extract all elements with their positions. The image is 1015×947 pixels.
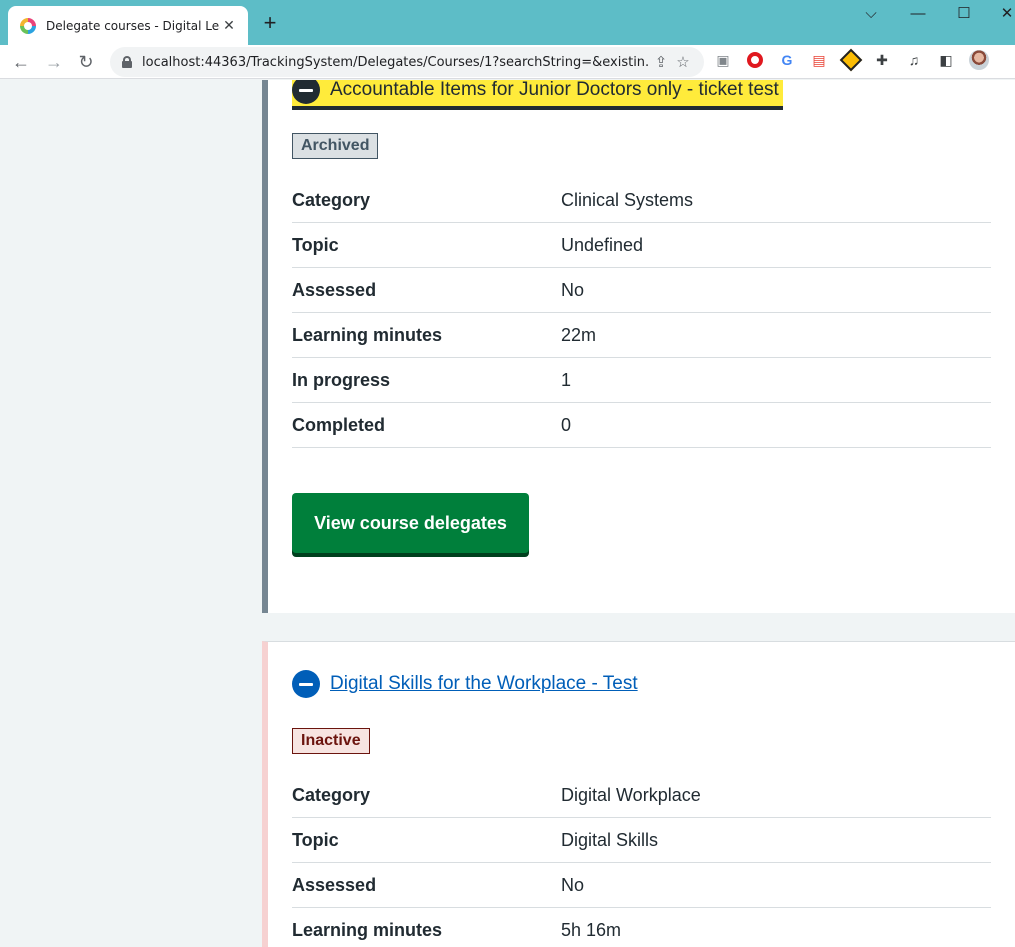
profile-avatar[interactable] xyxy=(969,50,989,70)
tab-title: Delegate courses - Digital Learning xyxy=(46,18,220,33)
course-card: Digital Skills for the Workplace - Test … xyxy=(262,641,1015,947)
browser-tab[interactable]: Delegate courses - Digital Learning ✕ xyxy=(8,6,248,45)
summary-value: No xyxy=(561,279,585,300)
summary-value: 1 xyxy=(561,369,572,390)
course-summary-list: Category Digital Workplace Topic Digital… xyxy=(292,773,991,947)
summary-row: Topic Digital Skills xyxy=(292,818,991,863)
summary-value: No xyxy=(561,874,585,895)
summary-key: In progress xyxy=(292,369,391,390)
summary-value: 0 xyxy=(561,414,572,435)
summary-row: Assessed No xyxy=(292,863,991,908)
course-summary-list: Category Clinical Systems Topic Undefine… xyxy=(292,178,991,448)
new-tab-button[interactable]: + xyxy=(258,11,282,35)
summary-row: Learning minutes 22m xyxy=(292,313,991,358)
status-badge: Archived xyxy=(292,133,379,159)
browser-toolbar: ← → ↻ localhost:44363/TrackingSystem/Del… xyxy=(0,45,1015,79)
course-title-link[interactable]: Digital Skills for the Workplace - Test xyxy=(330,673,638,695)
summary-key: Completed xyxy=(292,414,386,435)
yellow-extension-icon[interactable] xyxy=(839,48,863,72)
view-course-delegates-button[interactable]: View course delegates xyxy=(292,493,529,553)
summary-row: Category Clinical Systems xyxy=(292,178,991,223)
close-window-icon[interactable]: ✕ xyxy=(997,4,1015,24)
collapse-minus-icon[interactable] xyxy=(292,80,320,104)
summary-key: Assessed xyxy=(292,874,377,895)
site-favicon-icon xyxy=(20,17,36,34)
summary-row: Assessed No xyxy=(292,268,991,313)
reload-icon[interactable]: ↻ xyxy=(73,49,99,75)
summary-row: Learning minutes 5h 16m xyxy=(292,908,991,947)
summary-key: Category xyxy=(292,189,371,210)
back-arrow-icon[interactable]: ← xyxy=(8,49,34,75)
url-text[interactable]: localhost:44363/TrackingSystem/Delegates… xyxy=(142,55,650,70)
close-tab-icon[interactable]: ✕ xyxy=(220,17,238,34)
minimize-window-icon[interactable]: — xyxy=(908,4,928,24)
share-icon[interactable]: ⇪ xyxy=(650,53,672,71)
translate-extension-icon[interactable]: G xyxy=(777,50,797,70)
side-panel-icon[interactable]: ◧ xyxy=(936,50,956,70)
address-bar[interactable]: localhost:44363/TrackingSystem/Delegates… xyxy=(110,47,704,77)
summary-value: Digital Workplace xyxy=(561,784,701,805)
course-card: Accountable Items for Junior Doctors onl… xyxy=(262,80,1015,613)
browser-tab-bar: Delegate courses - Digital Learning ✕ + … xyxy=(0,0,1015,45)
summary-value: 22m xyxy=(561,324,597,345)
forward-arrow-icon[interactable]: → xyxy=(41,49,67,75)
summary-key: Assessed xyxy=(292,279,377,300)
summary-row: In progress 1 xyxy=(292,358,991,403)
opera-extension-icon[interactable] xyxy=(745,50,765,70)
summary-key: Topic xyxy=(292,829,339,850)
summary-key: Topic xyxy=(292,234,339,255)
tab-search-chevron-icon[interactable]: ⌵ xyxy=(861,4,881,24)
summary-row: Topic Undefined xyxy=(292,223,991,268)
course-expander[interactable]: Accountable Items for Junior Doctors onl… xyxy=(292,80,783,110)
extensions-puzzle-icon[interactable]: ✚ xyxy=(872,50,892,70)
summary-value: Clinical Systems xyxy=(561,189,694,210)
collapse-minus-icon[interactable] xyxy=(292,670,320,698)
summary-key: Learning minutes xyxy=(292,919,443,940)
summary-key: Learning minutes xyxy=(292,324,443,345)
cast-extension-icon[interactable]: ▤ xyxy=(809,50,829,70)
bookmark-star-icon[interactable]: ☆ xyxy=(672,53,694,71)
page-content: Accountable Items for Junior Doctors onl… xyxy=(0,80,1015,947)
course-title[interactable]: Accountable Items for Junior Doctors onl… xyxy=(330,80,779,101)
summary-value: Undefined xyxy=(561,234,644,255)
summary-row: Completed 0 xyxy=(292,403,991,448)
summary-value: 5h 16m xyxy=(561,919,622,940)
summary-row: Category Digital Workplace xyxy=(292,773,991,818)
media-control-icon[interactable]: ♫ xyxy=(904,50,924,70)
maximize-window-icon[interactable]: ☐ xyxy=(954,4,974,24)
extension-card-icon[interactable]: ▣ xyxy=(713,50,733,70)
course-expander[interactable]: Digital Skills for the Workplace - Test xyxy=(292,670,638,698)
status-badge: Inactive xyxy=(292,728,370,754)
summary-key: Category xyxy=(292,784,371,805)
summary-value: Digital Skills xyxy=(561,829,659,850)
lock-icon[interactable] xyxy=(122,56,132,68)
